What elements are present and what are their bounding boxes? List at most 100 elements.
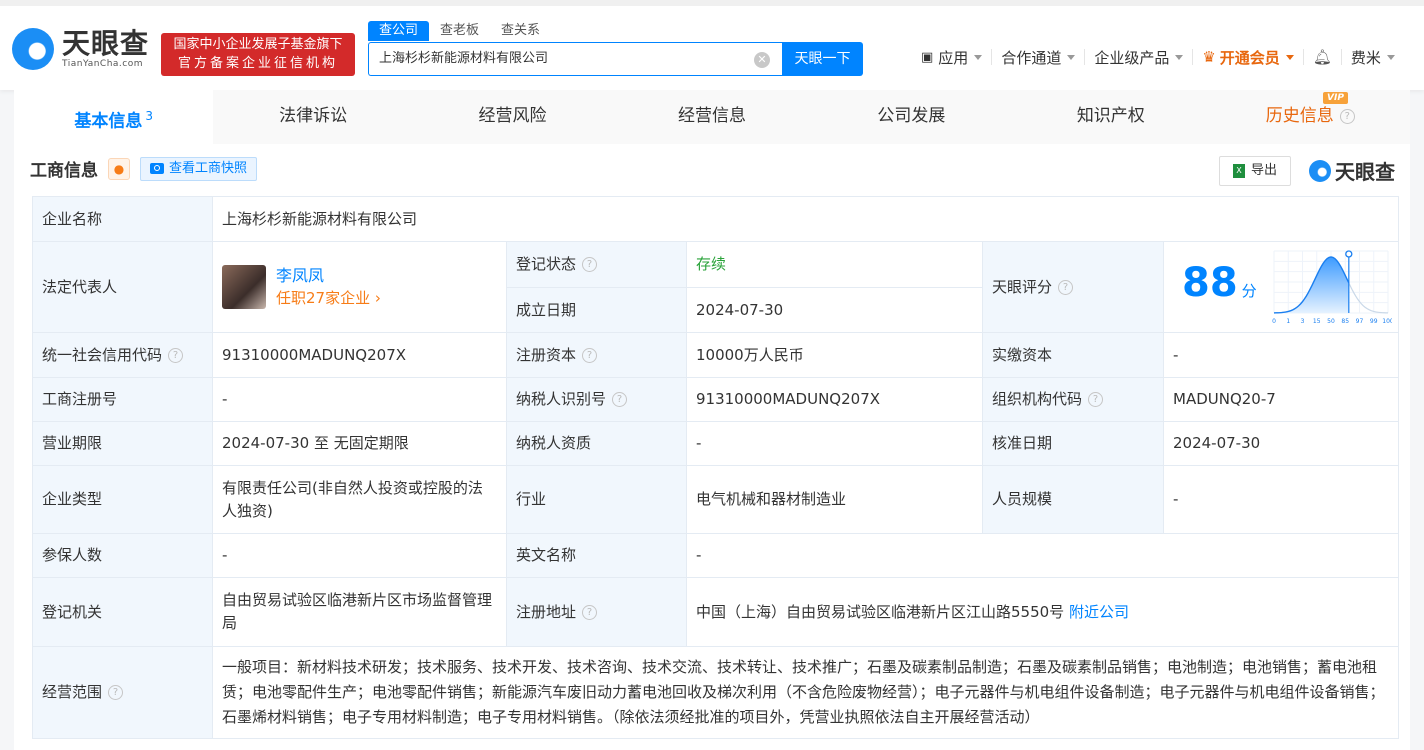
- reg-capital-value: 10000万人民币: [686, 332, 983, 378]
- camera-icon: [150, 163, 164, 174]
- nav-label: 合作通道: [1001, 48, 1062, 67]
- label-text: 组织机构代码: [992, 390, 1083, 408]
- tab-basic-info[interactable]: 基本信息 3: [14, 90, 214, 144]
- reg-no-value: -: [212, 377, 507, 422]
- label: 天眼评分?: [982, 241, 1164, 333]
- label-text: 登记状态: [516, 255, 577, 273]
- tab-label: 历史信息: [1265, 106, 1334, 126]
- label: 企业类型: [32, 465, 213, 534]
- tab-ip[interactable]: 知识产权: [1011, 90, 1210, 144]
- help-icon[interactable]: ?: [582, 604, 598, 620]
- nav-user[interactable]: 费米: [1342, 48, 1404, 67]
- x-tick-label: 50: [1327, 318, 1335, 325]
- score-unit: 分: [1241, 281, 1257, 300]
- paid-capital-value: -: [1162, 332, 1400, 378]
- help-icon[interactable]: ?: [108, 685, 124, 700]
- staff-value: -: [1162, 465, 1400, 534]
- companies-count: 任职27家企业: [276, 289, 371, 307]
- label: 组织机构代码?: [982, 377, 1164, 422]
- label-text: 统一社会信用代码: [42, 345, 163, 364]
- x-tick-label: 1: [1286, 318, 1290, 325]
- score-area: [1274, 257, 1349, 313]
- label: 营业期限: [32, 421, 213, 466]
- label: 企业名称: [32, 196, 213, 242]
- logo[interactable]: 天眼查 TianYanCha.com: [12, 28, 149, 70]
- brand-text: 天眼查: [1335, 160, 1395, 184]
- type-value: 有限责任公司(非自然人投资或控股的法人独资): [212, 465, 507, 534]
- label: 行业: [506, 465, 687, 534]
- nav-enterprise[interactable]: 企业级产品: [1085, 48, 1194, 67]
- legal-rep-companies-link[interactable]: 任职27家企业 ›: [276, 287, 381, 310]
- notification-button[interactable]: 🔔︎: [1304, 48, 1342, 66]
- clear-icon[interactable]: ✕: [754, 52, 770, 68]
- nearby-companies-link[interactable]: 附近公司: [1069, 603, 1129, 621]
- tab-operation[interactable]: 经营信息: [612, 90, 811, 144]
- label: 注册地址?: [506, 577, 687, 647]
- nav-label: 企业级产品: [1094, 48, 1170, 67]
- legal-rep-link[interactable]: 李凤凤: [276, 264, 381, 287]
- tab-development[interactable]: 公司发展: [812, 90, 1011, 144]
- label: 工商注册号: [32, 377, 213, 422]
- insured-value: -: [212, 533, 507, 578]
- help-icon[interactable]: ?: [1058, 279, 1074, 295]
- snapshot-button[interactable]: 查看工商快照: [140, 156, 258, 181]
- english-value: -: [685, 533, 1400, 578]
- score-distribution-chart[interactable]: 0 1 3 15 50 85 97 99 100: [1270, 247, 1392, 327]
- x-tick-label: 3: [1301, 318, 1305, 325]
- approved-value: 2024-07-30: [1162, 421, 1400, 466]
- founded-value: 2024-07-30: [686, 287, 983, 333]
- search-input[interactable]: 上海杉杉新能源材料有限公司 ✕: [368, 42, 782, 76]
- label: 核准日期: [982, 421, 1164, 466]
- avatar[interactable]: [222, 265, 266, 309]
- apps-icon: ▣: [921, 49, 934, 65]
- nav-apps[interactable]: ▣ 应用: [912, 49, 993, 67]
- excel-icon: X: [1232, 164, 1245, 178]
- crown-icon: ♛: [1202, 48, 1216, 66]
- search-tab-company[interactable]: 查公司: [368, 21, 430, 41]
- score-value: 88: [1182, 259, 1238, 306]
- search-tab-boss[interactable]: 查老板: [429, 21, 490, 41]
- help-icon[interactable]: ?: [582, 257, 598, 272]
- badge-line2: 官方备案企业征信机构: [177, 56, 338, 71]
- bell-icon: ●: [113, 161, 125, 176]
- tab-history[interactable]: 历史信息? VIP: [1211, 90, 1410, 144]
- label-text: 经营范围: [42, 683, 103, 701]
- help-icon[interactable]: ?: [582, 347, 598, 363]
- follow-bell-button[interactable]: ●: [108, 157, 130, 180]
- search-button[interactable]: 天眼一下: [782, 42, 863, 76]
- x-tick-label: 97: [1356, 318, 1364, 325]
- score-marker-pin: [1345, 250, 1353, 258]
- x-tick-label: 85: [1341, 318, 1349, 325]
- label: 成立日期: [506, 287, 687, 333]
- label-text: 注册地址: [516, 602, 577, 621]
- industry-value: 电气机械和器材制造业: [686, 465, 983, 534]
- export-button[interactable]: X 导出: [1219, 156, 1291, 186]
- help-icon[interactable]: ?: [168, 347, 184, 363]
- help-icon[interactable]: ?: [1088, 392, 1104, 407]
- business-info-table: 企业名称 上海杉杉新能源材料有限公司 法定代表人 李凤凤 任职27家企业 › 登…: [32, 196, 1400, 739]
- user-name: 费米: [1350, 48, 1381, 67]
- help-icon[interactable]: ?: [612, 392, 628, 407]
- bell-icon: 🔔︎: [1312, 48, 1332, 66]
- brand-logo: 天眼查: [1309, 156, 1395, 185]
- tab-legal[interactable]: 法律诉讼: [213, 90, 412, 144]
- nav-cooperation[interactable]: 合作通道: [992, 48, 1086, 67]
- label: 人员规模: [982, 465, 1164, 534]
- label-text: 纳税人识别号: [516, 390, 607, 408]
- label: 实缴资本: [982, 332, 1164, 378]
- label: 英文名称: [506, 533, 687, 578]
- logo-icon: [1309, 159, 1331, 182]
- label: 登记机关: [32, 577, 213, 647]
- tab-risk[interactable]: 经营风险: [413, 90, 612, 144]
- tab-count: 3: [145, 109, 154, 123]
- search-tab-relation[interactable]: 查关系: [490, 21, 551, 41]
- help-icon[interactable]: ?: [1339, 108, 1355, 124]
- x-tick-label: 99: [1370, 318, 1378, 325]
- address-value: 中国（上海）自由贸易试验区临港新片区江山路5550号: [696, 602, 1065, 621]
- logo-domain: TianYanCha.com: [62, 59, 144, 69]
- x-tick-label: 15: [1313, 318, 1321, 325]
- label: 经营范围?: [32, 646, 213, 739]
- label: 统一社会信用代码?: [32, 332, 213, 378]
- address-cell: 中国（上海）自由贸易试验区临港新片区江山路5550号 附近公司: [685, 577, 1400, 647]
- nav-vip[interactable]: ♛ 开通会员: [1193, 48, 1304, 67]
